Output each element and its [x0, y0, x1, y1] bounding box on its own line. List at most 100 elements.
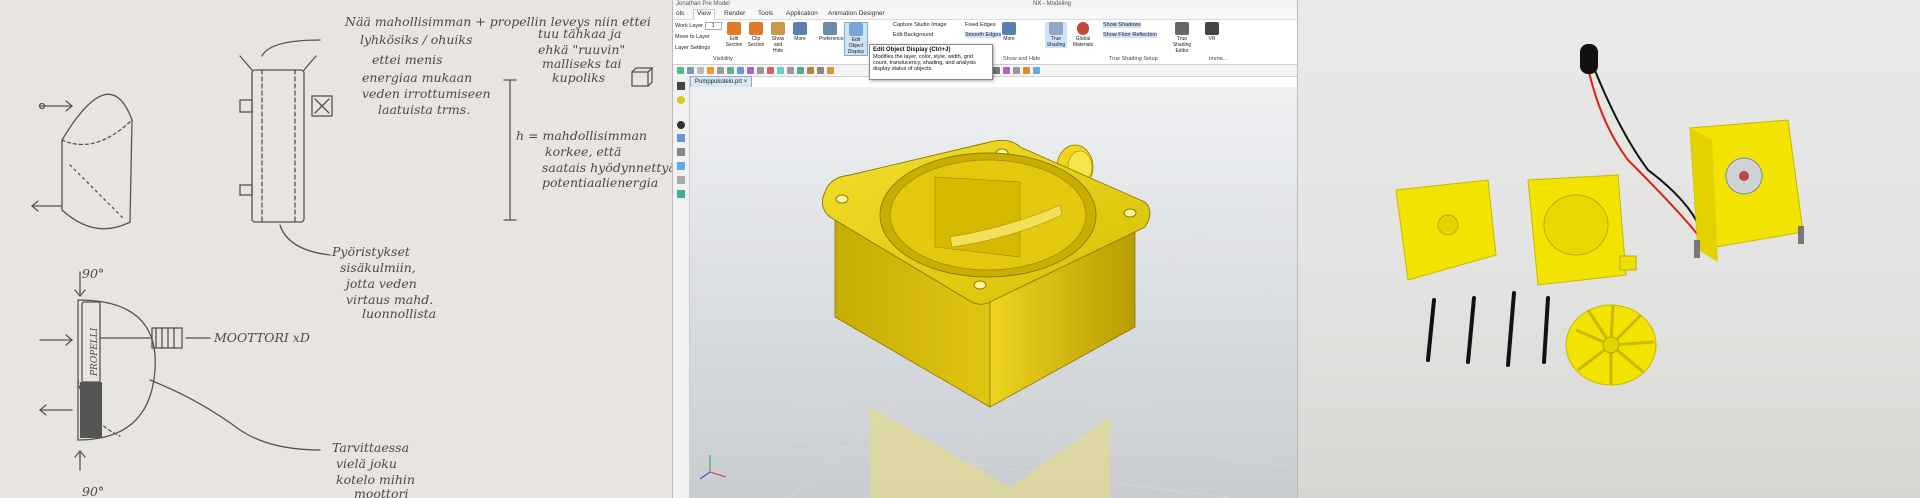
- filter-icon[interactable]: [687, 67, 694, 74]
- settings-icon[interactable]: [1013, 67, 1020, 74]
- system-materials-icon[interactable]: [677, 176, 685, 184]
- note-motor: MOOTTORI xD: [213, 330, 310, 345]
- app-title-left: Jonathan Pre Model: [676, 1, 730, 7]
- orient-icon[interactable]: [1003, 67, 1010, 74]
- line-icon[interactable]: [797, 67, 804, 74]
- show-hide-button[interactable]: Show and Hide: [769, 22, 787, 54]
- more-icon: [793, 22, 807, 35]
- vr-button[interactable]: VR: [1203, 22, 1221, 42]
- note-right4: kupoliks: [552, 70, 605, 85]
- more-button-1[interactable]: More: [791, 22, 809, 42]
- note-round2: sisäkulmiin,: [340, 260, 416, 275]
- true-shading-editor-button[interactable]: True Shading Editor: [1169, 22, 1195, 54]
- housing-cavity: [1543, 194, 1609, 256]
- edit-background-button[interactable]: Edit Background: [893, 32, 933, 38]
- note-right1: tuu tähkaa ja: [538, 26, 621, 41]
- note-round5: luonnollista: [362, 306, 436, 321]
- tab-tools[interactable]: Tools: [755, 10, 776, 17]
- render-icon[interactable]: [1023, 67, 1030, 74]
- app-title-center: NX - Modeling: [1033, 1, 1072, 7]
- visibility-group-label: Visibility: [713, 56, 733, 62]
- tooltip-body: Modifies the layer, color, style, width,…: [873, 54, 976, 72]
- bolt-hole: [1123, 208, 1137, 218]
- move-to-layer-button[interactable]: Move to Layer: [675, 34, 710, 40]
- preferences-button[interactable]: Preferences: [819, 22, 846, 42]
- inner-wall: [934, 176, 1021, 258]
- capture-studio-image-button[interactable]: Capture Studio Image: [893, 22, 947, 28]
- edit-section-icon: [727, 22, 741, 35]
- edit-object-display-button[interactable]: Edit Object Display: [844, 22, 868, 56]
- show-shadows-toggle[interactable]: Show Shadows: [1103, 22, 1141, 28]
- arc-icon[interactable]: [807, 67, 814, 74]
- more-button-2[interactable]: More: [999, 22, 1019, 42]
- screw: [1426, 298, 1436, 362]
- graphics-window[interactable]: [689, 87, 1297, 498]
- bolt-hole: [973, 280, 987, 290]
- show-hide-icon: [771, 22, 785, 35]
- screw: [1506, 291, 1516, 367]
- parts-photo-drawing: [1395, 44, 1804, 386]
- select-icon[interactable]: [697, 67, 704, 74]
- history-icon[interactable]: [677, 148, 685, 156]
- note-h3: saatais hyödynnettyä: [542, 160, 672, 175]
- reuse-library-icon[interactable]: [677, 190, 685, 198]
- fixed-edges-button[interactable]: Fixed Edges: [965, 22, 996, 28]
- tab-render[interactable]: Render: [721, 10, 748, 17]
- web-browser-icon[interactable]: [677, 162, 685, 170]
- note-round3: jotta veden: [343, 276, 417, 291]
- menu-icon[interactable]: [677, 67, 684, 74]
- battery-clip: [1580, 44, 1598, 74]
- part-navigator-icon[interactable]: [677, 82, 685, 90]
- help-icon[interactable]: [1033, 67, 1040, 74]
- layer-settings-button[interactable]: Layer Settings: [675, 45, 710, 51]
- tab-animation-designer[interactable]: Animation Designer: [825, 10, 888, 17]
- lid-center-boss: [1437, 214, 1459, 236]
- materials-icon[interactable]: [677, 121, 685, 129]
- smooth-edges-button[interactable]: Smooth Edges: [965, 32, 1002, 38]
- tab-0[interactable]: ols: [673, 10, 687, 17]
- note-h4: potentiaalienergia: [542, 175, 658, 190]
- screw: [1542, 296, 1550, 364]
- shading-editor-icon: [1175, 22, 1189, 35]
- measure-icon[interactable]: [817, 67, 824, 74]
- snap-icon[interactable]: [707, 67, 714, 74]
- note-right2: ehkä "ruuvin": [538, 42, 625, 57]
- clip-section-button[interactable]: Clip Section: [747, 22, 765, 48]
- immersive-group-label: Imme...: [1209, 56, 1228, 62]
- tab-view[interactable]: View: [693, 9, 715, 20]
- note-right3: malliseks tai: [542, 56, 622, 71]
- note-h1: h = mahdollisimman: [516, 128, 647, 143]
- global-materials-button[interactable]: Global Materials: [1071, 22, 1095, 48]
- true-shading-setup-label: True Shading Setup: [1109, 56, 1158, 62]
- note-deg-bottom: 90°: [82, 484, 104, 498]
- face-icon[interactable]: [737, 67, 744, 74]
- note-line3d: laatuista trms.: [378, 102, 470, 117]
- global-materials-icon: [1077, 22, 1089, 35]
- preferences-icon: [823, 22, 837, 35]
- snap-point-icon[interactable]: [777, 67, 784, 74]
- body-icon[interactable]: [747, 67, 754, 74]
- roles-icon[interactable]: [677, 134, 685, 142]
- true-shading-button[interactable]: True Shading: [1045, 22, 1067, 48]
- layer-icon[interactable]: [993, 67, 1000, 74]
- grid-icon[interactable]: [787, 67, 794, 74]
- point-icon[interactable]: [717, 67, 724, 74]
- show-floor-reflection-toggle[interactable]: Show Floor Reflection: [1103, 32, 1157, 38]
- housing-outlet: [1619, 255, 1637, 271]
- work-layer-field[interactable]: 1: [704, 22, 722, 30]
- note-casing3: kotelo mihin: [336, 472, 415, 487]
- feature-icon[interactable]: [767, 67, 774, 74]
- curve-icon[interactable]: [727, 67, 734, 74]
- edge-icon[interactable]: [757, 67, 764, 74]
- screw: [1466, 296, 1476, 364]
- resource-bar: [673, 76, 690, 498]
- assembly-navigator-icon[interactable]: [677, 96, 685, 104]
- edit-section-button[interactable]: Edit Section: [725, 22, 743, 48]
- rotate-icon[interactable]: [827, 67, 834, 74]
- clip-section-icon: [749, 22, 763, 35]
- tab-application[interactable]: Application: [783, 10, 821, 17]
- sketch-notes: Nää mahollisimman + propellin leveys nii…: [82, 14, 672, 498]
- motor-shaft: [1739, 171, 1749, 181]
- note-round1: Pyöristykset: [331, 244, 411, 259]
- note-h2: korkee, että: [545, 144, 621, 159]
